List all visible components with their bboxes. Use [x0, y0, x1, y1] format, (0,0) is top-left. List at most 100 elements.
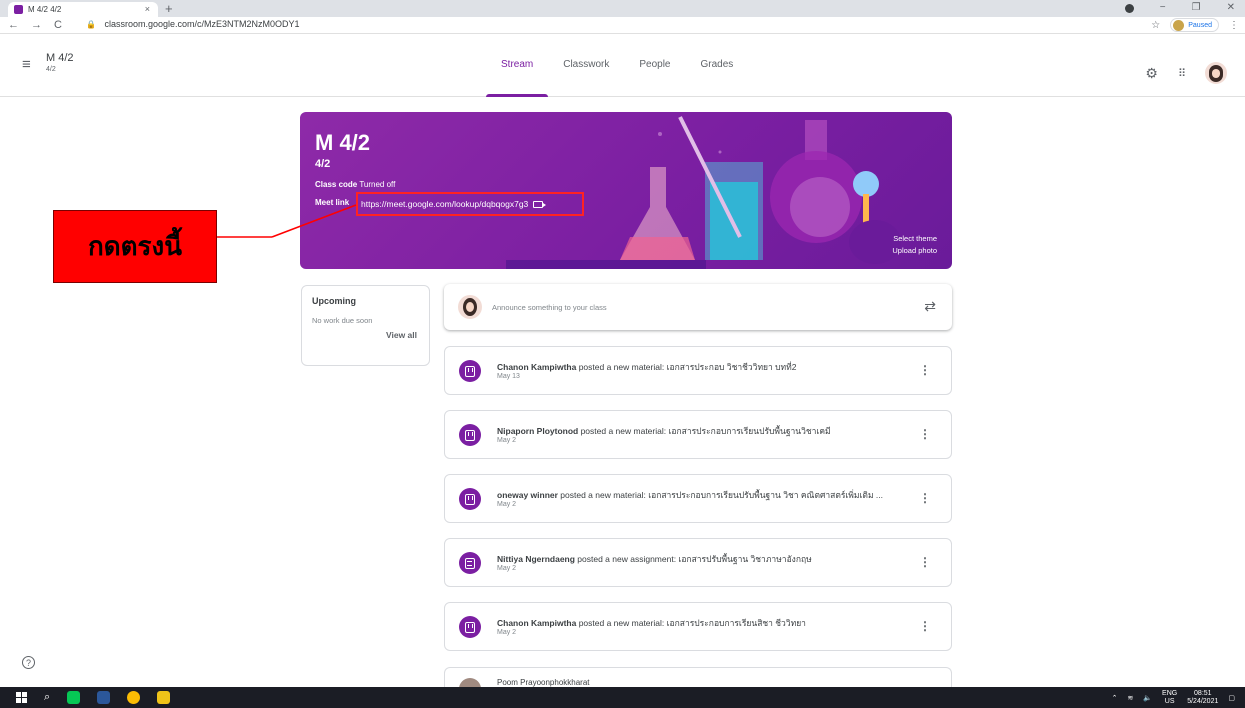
upcoming-card: Upcoming No work due soon View all [301, 285, 430, 366]
more-options-icon[interactable]: ⋮ [919, 555, 931, 569]
stream-post[interactable]: Chanon Kampiwtha posted a new material: … [444, 602, 952, 651]
more-options-icon[interactable]: ⋮ [919, 619, 931, 633]
nav-buttons: ← → C [8, 19, 62, 31]
post-date: May 2 [497, 437, 517, 444]
url-field[interactable]: 🔒 classroom.google.com/c/MzE3NTM2NzM0ODY… [86, 19, 300, 29]
material-icon [459, 488, 481, 510]
tab-close-icon[interactable]: × [145, 4, 150, 14]
stream-post[interactable]: Chanon Kampiwtha posted a new material: … [444, 346, 952, 395]
post-date: May 2 [497, 629, 517, 636]
class-code-value: Turned off [359, 180, 396, 189]
post-author: Poom Prayoonphokkharat [497, 678, 590, 687]
post-action: posted a new material: [578, 426, 669, 436]
post-title: Chanon Kampiwtha posted a new material: … [497, 616, 806, 630]
class-tabs: Stream Classwork People Grades [486, 52, 748, 97]
lang-top: ENG [1162, 690, 1178, 697]
reload-icon[interactable]: C [54, 19, 62, 31]
meet-link-highlight[interactable]: https://meet.google.com/lookup/dqbqogx7g… [356, 192, 584, 216]
post-item-title: เอกสารประกอบการเรียนปรับพื้นฐานวิชาเคมี [668, 426, 831, 436]
browser-menu-icon[interactable]: ⋮ [1229, 20, 1239, 31]
post-title: oneway winner posted a new material: เอก… [497, 488, 883, 502]
address-bar: ← → C 🔒 classroom.google.com/c/MzE3NTM2N… [0, 17, 1245, 34]
word-app-icon[interactable] [97, 691, 111, 704]
tab-stream[interactable]: Stream [486, 52, 549, 97]
science-illustration-icon [506, 116, 901, 269]
upcoming-status: No work due soon [312, 316, 373, 325]
tab-grades[interactable]: Grades [686, 52, 749, 97]
more-options-icon[interactable]: ⋮ [919, 427, 931, 441]
post-action: posted a new material: [576, 362, 667, 372]
repost-icon[interactable]: ⇄ [924, 298, 936, 315]
back-arrow-icon[interactable]: ← [8, 19, 19, 31]
volume-icon[interactable]: 🔈 [1143, 694, 1152, 702]
post-title: Nipaporn Ploytonod posted a new material… [497, 424, 831, 438]
post-item-title: เอกสารประกอบการเรียนสิชา ชีววิทยา [666, 618, 806, 628]
address-bar-right: ☆ Paused ⋮ [1151, 18, 1239, 32]
record-indicator-icon [1124, 4, 1134, 13]
restore-button[interactable]: ❐ [1192, 2, 1201, 13]
settings-gear-icon[interactable]: ⚙ [1145, 65, 1158, 82]
clock-time: 08:51 [1194, 690, 1212, 697]
post-item-title: เอกสารประกอบการเรียนปรับพื้นฐาน วิชา คณิ… [648, 490, 883, 500]
more-options-icon[interactable]: ⋮ [919, 363, 931, 377]
notifications-icon[interactable]: ▢ [1228, 694, 1235, 702]
post-date: May 2 [497, 565, 517, 572]
tray-chevron-icon[interactable]: ⌃ [1112, 694, 1118, 702]
forward-arrow-icon[interactable]: → [31, 19, 42, 31]
window-controls: − ❐ ✕ [1124, 2, 1235, 13]
close-window-button[interactable]: ✕ [1227, 2, 1235, 13]
announce-placeholder[interactable]: Announce something to your class [492, 303, 607, 312]
windows-start-icon[interactable] [16, 692, 27, 703]
clock[interactable]: 08:51 5/24/2021 [1187, 690, 1218, 706]
stream-post[interactable]: Nittiya Ngerndaeng posted a new assignme… [444, 538, 952, 587]
view-all-link[interactable]: View all [386, 330, 417, 340]
post-author: oneway winner [497, 490, 558, 500]
upcoming-heading: Upcoming [312, 296, 356, 306]
banner-class-section: 4/2 [315, 158, 331, 170]
upload-photo-link[interactable]: Upload photo [892, 245, 937, 257]
post-action: posted a new assignment: [574, 554, 679, 564]
announce-box[interactable]: Announce something to your class ⇄ [444, 284, 952, 330]
post-item-title: เอกสารปรับพื้นฐาน วิชาภาษาอังกฤษ [678, 554, 812, 564]
account-avatar[interactable] [1205, 62, 1227, 84]
line-app-icon[interactable] [67, 691, 81, 704]
select-theme-link[interactable]: Select theme [892, 233, 937, 245]
paused-label: Paused [1188, 21, 1212, 29]
browser-tab-title: M 4/2 4/2 [28, 5, 62, 14]
video-camera-icon[interactable] [533, 200, 547, 208]
classroom-header: ≡ M 4/2 4/2 Stream Classwork People Grad… [0, 52, 1245, 97]
tab-people[interactable]: People [624, 52, 685, 97]
google-apps-icon[interactable]: ⠿ [1178, 67, 1186, 80]
bookmark-star-icon[interactable]: ☆ [1151, 20, 1160, 31]
stream-post[interactable]: Nipaporn Ploytonod posted a new material… [444, 410, 952, 459]
main-menu-icon[interactable]: ≡ [22, 56, 31, 73]
language-indicator[interactable]: ENG US [1162, 690, 1177, 706]
assignment-icon [459, 552, 481, 574]
file-explorer-icon[interactable] [157, 691, 171, 704]
browser-tab[interactable]: M 4/2 4/2 × [8, 2, 158, 17]
meet-link-url[interactable]: https://meet.google.com/lookup/dqbqogx7g… [361, 199, 528, 209]
tab-classwork[interactable]: Classwork [548, 52, 624, 97]
post-date: May 13 [497, 373, 520, 380]
search-icon[interactable]: ⌕ [44, 691, 50, 704]
network-icon[interactable]: ≋ [1127, 694, 1133, 702]
system-tray: ⌃ ≋ 🔈 ENG US 08:51 5/24/2021 ▢ [1112, 690, 1235, 706]
class-code-row: Class code Turned off [315, 180, 395, 189]
profile-paused-button[interactable]: Paused [1170, 18, 1219, 32]
meet-link-row: Meet link [315, 198, 349, 207]
class-banner: M 4/2 4/2 Class code Turned off Meet lin… [300, 112, 952, 269]
material-icon [459, 616, 481, 638]
stream-post[interactable]: oneway winner posted a new material: เอก… [444, 474, 952, 523]
help-icon[interactable]: ? [22, 656, 35, 669]
minimize-button[interactable]: − [1160, 2, 1166, 13]
classroom-favicon-icon [14, 5, 23, 14]
stream-post-partial[interactable]: Poom Prayoonphokkharat [444, 667, 952, 687]
url-text: classroom.google.com/c/MzE3NTM2NzM0ODY1 [104, 19, 300, 29]
header-class-title[interactable]: M 4/2 [46, 52, 74, 64]
new-tab-button[interactable]: + [165, 1, 173, 16]
chrome-app-icon[interactable] [127, 691, 141, 704]
post-title: Nittiya Ngerndaeng posted a new assignme… [497, 552, 812, 566]
more-options-icon[interactable]: ⋮ [919, 491, 931, 505]
poster-avatar [459, 678, 481, 687]
windows-taskbar: ⌕ ⌃ ≋ 🔈 ENG US 08:51 5/24/2021 ▢ [0, 687, 1245, 708]
